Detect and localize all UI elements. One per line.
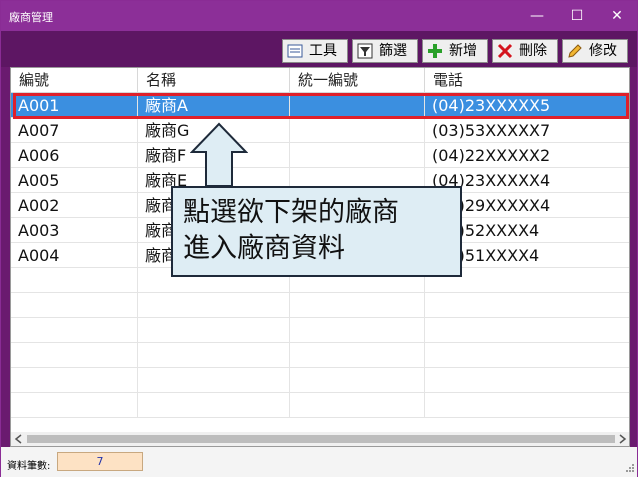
cell-phone: (04)23XXXXX5 (432, 96, 551, 115)
empty-cell (290, 343, 425, 368)
tools-label: 工具 (309, 43, 337, 59)
cell-id: A005 (11, 168, 138, 193)
cell-id: A001 (11, 93, 138, 118)
record-count-label: 資料筆數: (7, 461, 51, 472)
table-row[interactable]: A006 廠商F (04)22XXXXX2 (11, 143, 629, 168)
cell-id: A004 (11, 243, 138, 268)
pencil-icon (568, 44, 582, 58)
minimize-button[interactable]: — (517, 1, 557, 31)
empty-row (11, 293, 629, 318)
cell-id: A006 (11, 143, 138, 168)
add-label: 新增 (449, 43, 477, 59)
plus-icon (428, 44, 442, 58)
horizontal-scrollbar[interactable] (11, 432, 629, 446)
empty-cell (290, 393, 425, 418)
empty-cell (11, 293, 138, 318)
table-header: 編號 名稱 統一編號 電話 (11, 68, 629, 93)
empty-cell (290, 368, 425, 393)
window-title: 廠商管理 (9, 11, 53, 24)
delete-button[interactable]: 刪除 (492, 39, 558, 63)
maximize-icon: ☐ (570, 8, 584, 24)
x-icon (497, 43, 513, 59)
scrollbar-thumb[interactable] (27, 435, 615, 443)
cell-tax-id (290, 118, 425, 143)
edit-label: 修改 (589, 43, 617, 59)
empty-row (11, 343, 629, 368)
empty-row (11, 393, 629, 418)
minimize-icon: — (530, 8, 544, 24)
status-bar: 資料筆數: 7 (1, 447, 637, 477)
cell-id: A007 (11, 118, 138, 143)
empty-cell (11, 368, 138, 393)
filter-button[interactable]: 篩選 (352, 39, 418, 63)
scroll-left-icon[interactable] (14, 434, 24, 444)
empty-cell (290, 293, 425, 318)
empty-cell (11, 343, 138, 368)
empty-cell (11, 393, 138, 418)
tools-button[interactable]: 工具 (282, 39, 348, 63)
column-header-phone[interactable]: 電話 (425, 68, 629, 92)
add-button[interactable]: 新增 (422, 39, 488, 63)
empty-cell (138, 318, 290, 343)
close-icon: ✕ (611, 8, 623, 24)
close-button[interactable]: ✕ (597, 1, 637, 31)
title-bar[interactable]: 廠商管理 — ☐ ✕ (1, 1, 637, 31)
empty-cell (138, 393, 290, 418)
empty-cell (11, 318, 138, 343)
record-count-value: 7 (57, 452, 143, 471)
empty-row (11, 368, 629, 393)
delete-label: 刪除 (519, 43, 547, 59)
callout-line-2: 進入廠商資料 (183, 233, 345, 264)
cell-id: A003 (11, 218, 138, 243)
callout-line-1: 點選欲下架的廠商 (183, 197, 399, 228)
resize-grip-icon[interactable] (623, 463, 635, 475)
instruction-callout: 點選欲下架的廠商 進入廠商資料 (171, 186, 462, 277)
cell-phone: (04)22XXXXX2 (432, 146, 551, 165)
column-header-tax-id[interactable]: 統一編號 (290, 68, 425, 92)
tools-icon (287, 44, 303, 58)
table-row[interactable]: A007 廠商G (03)53XXXXX7 (11, 118, 629, 143)
scroll-right-icon[interactable] (617, 434, 627, 444)
column-header-id[interactable]: 編號 (11, 68, 138, 92)
empty-cell (138, 293, 290, 318)
filter-label: 篩選 (379, 43, 407, 59)
up-arrow-annotation-icon (190, 122, 248, 187)
column-header-name[interactable]: 名稱 (138, 68, 290, 92)
empty-cell (11, 268, 138, 293)
table-row[interactable]: A001 廠商A (04)23XXXXX5 (11, 93, 629, 118)
toolbar: 工具 篩選 新增 刪除 修改 (1, 31, 637, 67)
maximize-button[interactable]: ☐ (557, 1, 597, 31)
empty-cell (290, 318, 425, 343)
empty-cell (138, 368, 290, 393)
cell-tax-id (290, 93, 425, 118)
filter-icon (357, 43, 373, 59)
cell-tax-id (290, 143, 425, 168)
cell-name: 廠商A (138, 93, 290, 118)
cell-phone: (03)53XXXXX7 (432, 121, 551, 140)
cell-id: A002 (11, 193, 138, 218)
edit-button[interactable]: 修改 (562, 39, 628, 63)
empty-cell (138, 343, 290, 368)
empty-row (11, 318, 629, 343)
